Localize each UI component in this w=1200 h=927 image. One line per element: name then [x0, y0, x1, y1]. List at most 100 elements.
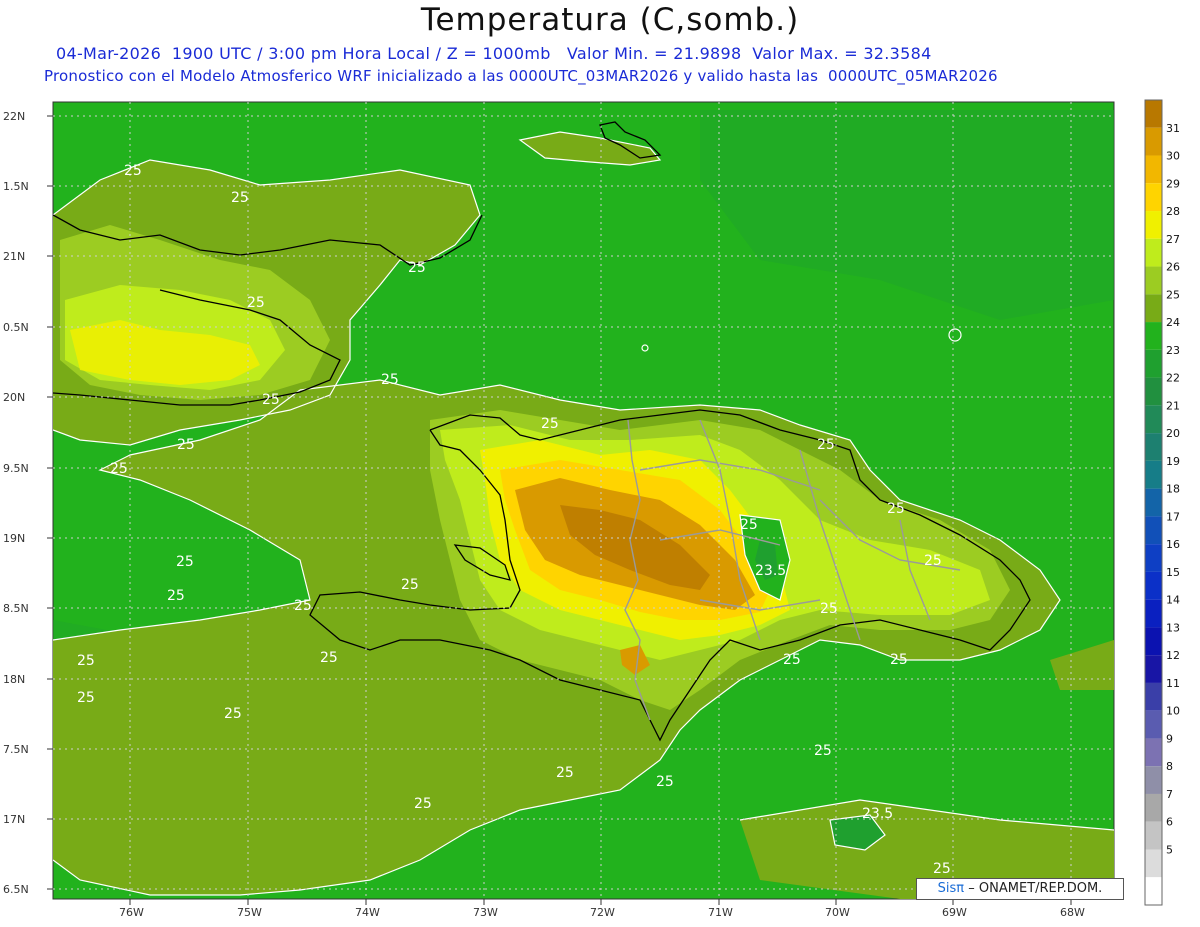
legend-label: 29	[1166, 177, 1180, 190]
contour-label: 25	[890, 652, 908, 668]
contour-label: 25	[320, 650, 338, 666]
contour-label: 25	[262, 392, 280, 408]
lat-label: 0.5N	[3, 321, 29, 334]
legend-label: 17	[1166, 510, 1180, 523]
legend-label: 14	[1166, 594, 1180, 607]
legend-swatch	[1145, 627, 1162, 656]
lon-label: 69W	[942, 906, 967, 919]
contour-label: 25	[77, 653, 95, 669]
lon-label: 68W	[1060, 906, 1085, 919]
legend-swatch	[1145, 793, 1162, 822]
lon-label: 71W	[708, 906, 733, 919]
legend-swatch	[1145, 322, 1162, 350]
lon-label: 70W	[825, 906, 850, 919]
legend-swatch	[1145, 877, 1162, 905]
legend-label: 26	[1166, 261, 1180, 274]
legend-label: 28	[1166, 205, 1180, 218]
legend-swatch	[1145, 655, 1162, 683]
legend-swatch	[1145, 183, 1162, 212]
contour-label: 25	[887, 501, 905, 517]
contour-label: 25	[401, 577, 419, 593]
lat-label: 6.5N	[3, 883, 29, 896]
contour-label: 25	[740, 517, 758, 533]
contour-label: 25	[231, 190, 249, 206]
contour-label: 25	[933, 861, 951, 877]
lon-label: 74W	[355, 906, 380, 919]
legend-label: 19	[1166, 455, 1180, 468]
lat-label: 20N	[3, 391, 25, 404]
legend-label: 16	[1166, 538, 1180, 551]
legend-label: 25	[1166, 288, 1180, 301]
legend-label: 20	[1166, 427, 1180, 440]
legend-label: 12	[1166, 649, 1180, 662]
temperature-map: 22N 1.5N 21N 0.5N 20N 9.5N 19N 8.5N 18N …	[3, 99, 1180, 919]
legend-swatch	[1145, 266, 1162, 295]
legend-swatch	[1145, 100, 1162, 128]
legend-label: 21	[1166, 399, 1180, 412]
contour-label: 23.5	[862, 806, 893, 822]
legend-label: 22	[1166, 372, 1180, 385]
lat-ticks	[47, 115, 53, 890]
contour-label: 25	[414, 796, 432, 812]
legend-swatch	[1145, 211, 1162, 239]
contour-label: 25	[224, 706, 242, 722]
legend-swatch	[1145, 433, 1162, 461]
contour-label: 25	[924, 553, 942, 569]
legend-label: 8	[1166, 760, 1173, 773]
legend-swatch	[1145, 155, 1162, 184]
lon-axis: 76W 75W 74W 73W 72W 71W 70W 69W 68W	[119, 906, 1085, 919]
credit-box: Sisπ – ONAMET/REP.DOM.	[916, 878, 1124, 900]
legend-label: 7	[1166, 788, 1173, 801]
legend-swatch	[1145, 738, 1162, 767]
legend-swatch	[1145, 460, 1162, 489]
contour-label: 25	[77, 690, 95, 706]
lat-label: 22N	[3, 110, 25, 123]
legend-label: 11	[1166, 677, 1180, 690]
legend-label: 18	[1166, 483, 1180, 496]
lon-label: 75W	[237, 906, 262, 919]
legend-swatch	[1145, 544, 1162, 572]
contour-label: 25	[556, 765, 574, 781]
legend-label: 5	[1166, 843, 1173, 856]
lat-label: 8.5N	[3, 602, 29, 615]
contour-label: 25	[783, 652, 801, 668]
contour-label: 25	[820, 601, 838, 617]
legend-label: 13	[1166, 621, 1180, 634]
legend-label: 10	[1166, 705, 1180, 718]
lon-label: 72W	[590, 906, 615, 919]
legend-label: 15	[1166, 566, 1180, 579]
contour-label: 23.5	[755, 563, 786, 579]
legend-swatch	[1145, 682, 1162, 711]
legend-label: 27	[1166, 233, 1180, 246]
legend-label: 30	[1166, 150, 1180, 163]
contour-label: 25	[124, 163, 142, 179]
contour-label: 25	[541, 416, 559, 432]
lat-label: 7.5N	[3, 743, 29, 756]
lat-axis: 22N 1.5N 21N 0.5N 20N 9.5N 19N 8.5N 18N …	[3, 110, 29, 896]
lon-label: 73W	[473, 906, 498, 919]
legend-swatch	[1145, 821, 1162, 850]
contour-label: 25	[110, 461, 128, 477]
contour-label: 25	[814, 743, 832, 759]
contour-label: 25	[408, 260, 426, 276]
contour-label: 25	[176, 554, 194, 570]
legend-swatch	[1145, 571, 1162, 600]
legend-label: 23	[1166, 344, 1180, 357]
legend-swatch	[1145, 238, 1162, 267]
contour-label: 25	[656, 774, 674, 790]
legend-swatch	[1145, 766, 1162, 794]
color-legend: 31 30 29 28 27 26 25 24 23 22 21 20 19 18 17 16 15 14 13 12…	[1144, 99, 1180, 906]
legend-swatch	[1145, 127, 1162, 156]
legend-label: 31	[1166, 122, 1180, 135]
legend-swatch	[1145, 405, 1162, 434]
legend-swatch	[1145, 516, 1162, 545]
contour-label: 25	[817, 437, 835, 453]
lat-label: 21N	[3, 250, 25, 263]
legend-swatch	[1145, 377, 1162, 406]
contour-label: 25	[294, 598, 312, 614]
lat-label: 1.5N	[3, 180, 29, 193]
contour-label: 25	[167, 588, 185, 604]
legend-swatch	[1145, 849, 1162, 878]
lat-label: 19N	[3, 532, 25, 545]
credit-org: – ONAMET/REP.DOM.	[968, 881, 1103, 896]
